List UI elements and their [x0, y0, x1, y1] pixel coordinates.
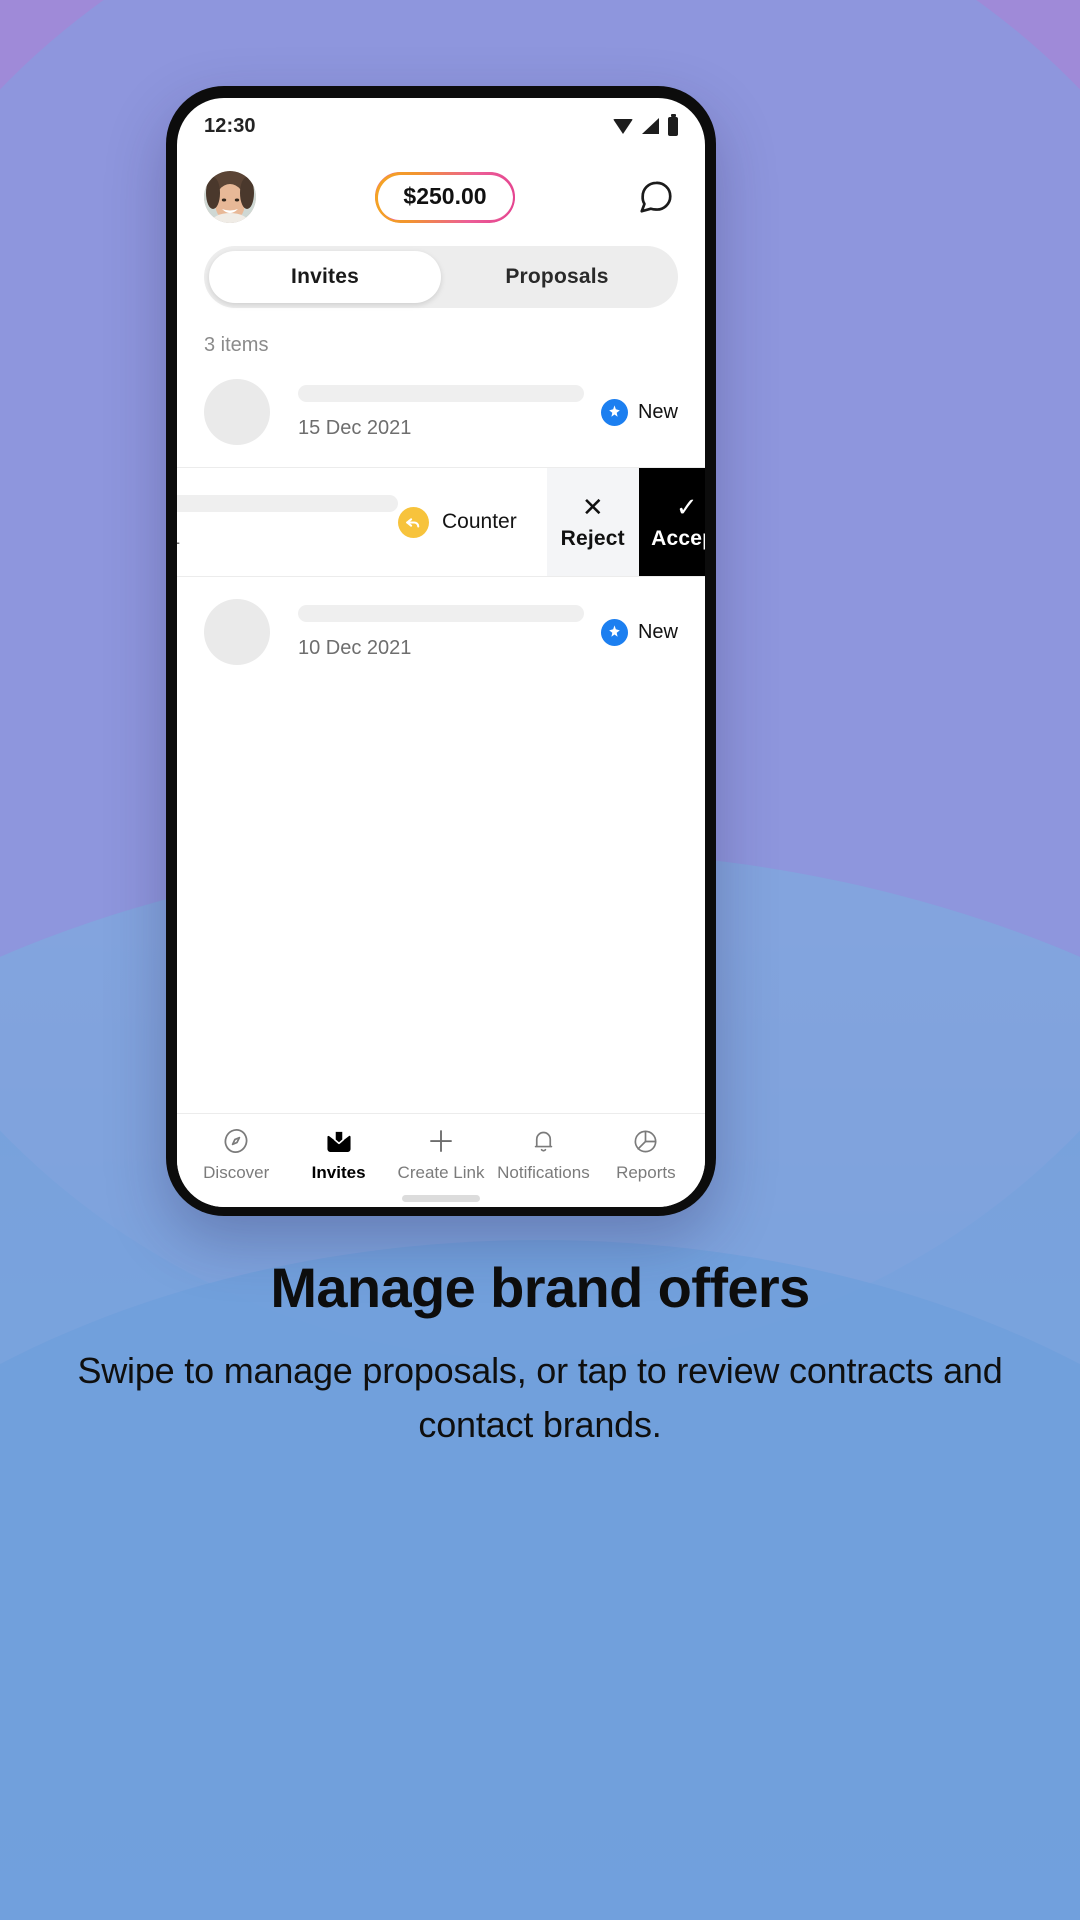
- list-item-content[interactable]: 21 Counter: [177, 468, 547, 576]
- nav-item-label: Discover: [203, 1163, 270, 1182]
- phone-screen: 12:30 $250.00 Invites Proposals 3 items …: [177, 98, 705, 1207]
- check-icon: ✓: [675, 491, 698, 522]
- accept-button-label: Accept: [651, 526, 705, 550]
- list-item-content: 10 Dec 2021: [298, 604, 601, 660]
- counter-button-label: Counter: [442, 510, 517, 533]
- nav-item-label: Invites: [311, 1163, 366, 1182]
- inbox-icon: [325, 1126, 353, 1156]
- nav-item-create-link[interactable]: Create Link: [390, 1126, 492, 1183]
- list-item[interactable]: 10 Dec 2021 New: [177, 577, 705, 687]
- tab-invites[interactable]: Invites: [209, 251, 441, 303]
- nav-item-notifications[interactable]: Notifications: [492, 1126, 594, 1183]
- sparkle-icon: [600, 618, 628, 646]
- accept-button[interactable]: ✓ Accept: [638, 468, 705, 576]
- app-header: $250.00: [177, 154, 705, 240]
- subheadline: Swipe to manage proposals, or tap to rev…: [77, 1350, 1003, 1446]
- counter-button[interactable]: Counter: [398, 506, 547, 538]
- list-item-title-placeholder: [298, 384, 584, 402]
- status-bar: 12:30: [177, 98, 705, 154]
- home-indicator: [177, 1189, 705, 1207]
- status-badge: New: [600, 398, 678, 426]
- pie-chart-icon: [632, 1126, 659, 1156]
- phone-mockup: 12:30 $250.00 Invites Proposals 3 items …: [166, 86, 716, 1216]
- balance-pill[interactable]: $250.00: [375, 172, 515, 222]
- list-item-swiped[interactable]: 21 Counter ✕ Reject: [177, 467, 705, 577]
- status-badge: New: [600, 618, 678, 646]
- headline: Manage brand offers: [270, 1256, 810, 1319]
- status-badge-label: New: [637, 400, 678, 423]
- reply-arrow-icon: [398, 506, 429, 538]
- list-item-date: 15 Dec 2021: [298, 416, 412, 439]
- nav-item-label: Create Link: [397, 1163, 485, 1182]
- list-item-count: 3 items: [204, 334, 269, 356]
- list-item-title-placeholder: [298, 604, 584, 622]
- cellular-signal-icon: [642, 118, 659, 134]
- close-icon: ✕: [581, 491, 604, 522]
- status-bar-clock: 12:30: [204, 114, 256, 137]
- compass-icon: [222, 1126, 250, 1156]
- sparkle-icon: [600, 398, 628, 426]
- caption-block: Manage brand offers Swipe to manage prop…: [0, 1256, 1080, 1452]
- tab-bar-wrapper: Invites Proposals: [177, 240, 705, 308]
- list-item-avatar-placeholder: [204, 599, 270, 665]
- bell-icon: [530, 1126, 557, 1156]
- tab-proposals[interactable]: Proposals: [441, 251, 673, 303]
- reject-button[interactable]: ✕ Reject: [546, 468, 639, 576]
- status-badge-label: New: [637, 620, 678, 643]
- list-item-avatar-placeholder: [204, 379, 270, 445]
- reject-button-label: Reject: [560, 526, 625, 550]
- nav-item-discover[interactable]: Discover: [185, 1126, 287, 1183]
- nav-item-label: Reports: [616, 1163, 676, 1182]
- chat-bubble-icon[interactable]: [634, 175, 678, 219]
- nav-item-reports[interactable]: Reports: [595, 1126, 697, 1183]
- list-item-title-placeholder: [177, 494, 398, 512]
- list-item-text: 21: [177, 494, 398, 550]
- nav-item-invites[interactable]: Invites: [287, 1126, 389, 1183]
- list-item-content: 15 Dec 2021: [298, 384, 601, 440]
- nav-item-label: Notifications: [497, 1163, 590, 1182]
- invites-list: 15 Dec 2021 New 21: [177, 357, 705, 1113]
- plus-icon: [426, 1126, 456, 1156]
- battery-icon: [668, 113, 678, 136]
- segmented-control: Invites Proposals: [204, 246, 678, 308]
- bottom-navigation: Discover Invites Create Link Notificatio…: [177, 1113, 705, 1189]
- list-item-date: 21: [177, 527, 398, 550]
- avatar[interactable]: [204, 171, 256, 223]
- list-item[interactable]: 15 Dec 2021 New: [177, 357, 705, 467]
- wifi-icon: [613, 118, 633, 134]
- list-item-date: 10 Dec 2021: [298, 636, 412, 659]
- status-bar-icons: [613, 113, 678, 136]
